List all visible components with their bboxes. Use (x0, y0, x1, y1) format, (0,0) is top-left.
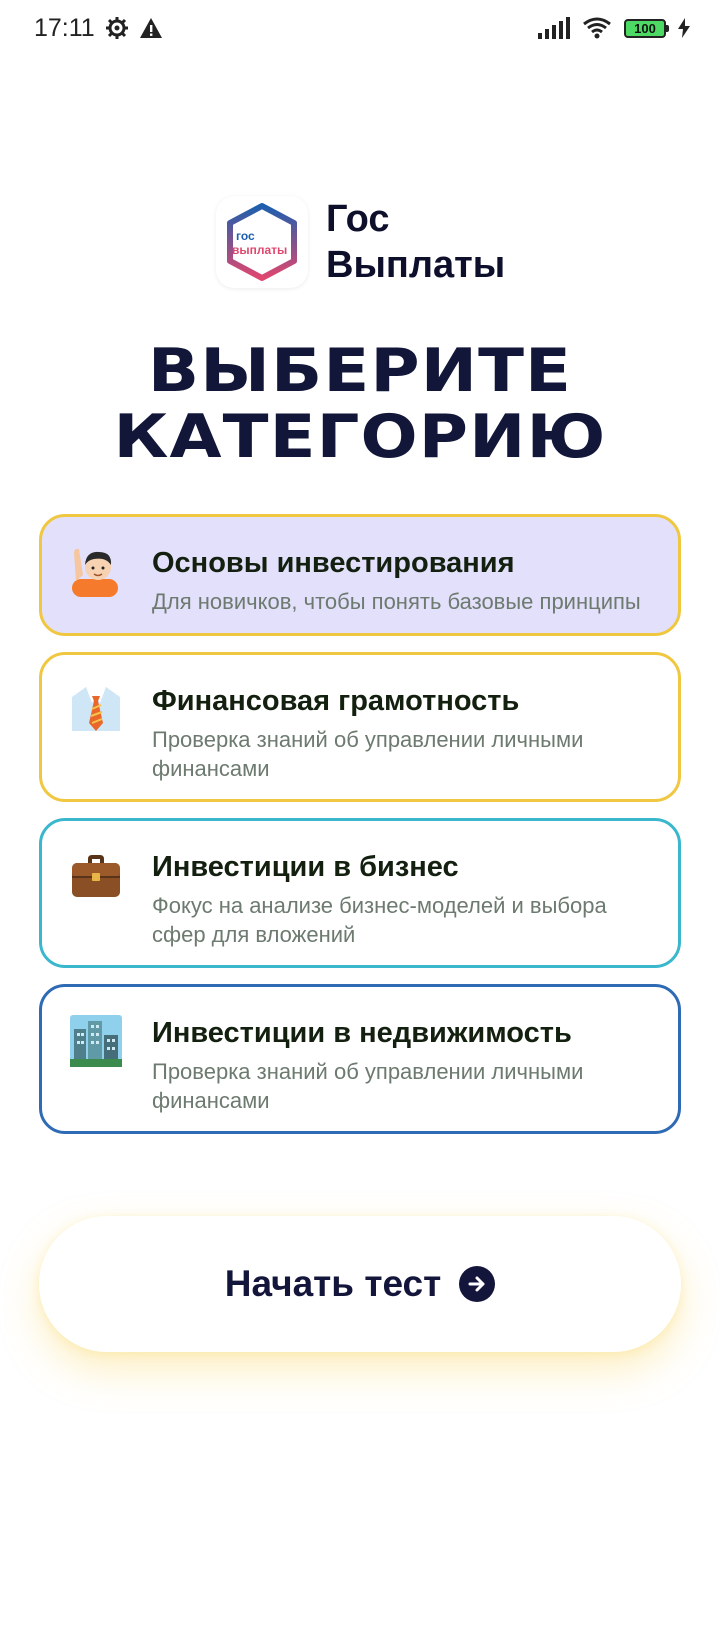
category-description: Проверка знаний об управлении личными фи… (152, 1059, 584, 1113)
category-description: Фокус на анализе бизнес-моделей и выбора… (152, 893, 607, 947)
shirt-tie-icon (72, 687, 120, 731)
wifi-icon (583, 17, 611, 39)
signal-icon (538, 17, 570, 39)
battery-indicator: 100 (624, 18, 669, 38)
brand-header: гос выплаты Гос Выплаты (216, 196, 505, 288)
start-test-label: Начать тест (224, 1263, 442, 1304)
start-test-button[interactable]: Начать тест (39, 1216, 681, 1352)
category-title: Основы инвестирования (152, 547, 515, 579)
status-bar: 17:11 100 (0, 0, 720, 56)
briefcase-icon (72, 855, 120, 897)
page-title: ВЫБЕРИТЕ КАТЕГОРИЮ (0, 338, 720, 470)
category-description: Для новичков, чтобы понять базовые принц… (152, 589, 641, 614)
logo-text-bottom: выплаты (232, 243, 287, 257)
category-card-investing-basics[interactable]: Основы инвестирования Для новичков, чтоб… (39, 514, 681, 636)
arrow-right-circle-icon (459, 1266, 496, 1302)
charging-bolt-icon (678, 18, 690, 38)
raising-hand-person-icon (72, 548, 118, 597)
page-title-line1: ВЫБЕРИТЕ (147, 336, 573, 406)
warning-icon (139, 18, 162, 38)
category-title: Инвестиции в бизнес (152, 851, 459, 883)
brand-name-line2: Выплаты (326, 244, 506, 286)
category-card-financial-literacy[interactable]: Финансовая грамотность Проверка знаний о… (39, 652, 681, 802)
battery-level: 100 (634, 20, 656, 36)
status-time: 17:11 (34, 13, 95, 42)
brand-logo: гос выплаты (216, 196, 308, 288)
brand-name-line1: Гос (326, 198, 390, 240)
category-title: Инвестиции в недвижимость (152, 1017, 572, 1049)
category-card-business-investing[interactable]: Инвестиции в бизнес Фокус на анализе биз… (39, 818, 681, 968)
city-buildings-icon (70, 1015, 122, 1067)
page-title-line2: КАТЕГОРИЮ (113, 402, 607, 472)
category-card-real-estate-investing[interactable]: Инвестиции в недвижимость Проверка знани… (39, 984, 681, 1134)
logo-text-top: гос (236, 229, 255, 243)
gear-icon (105, 17, 128, 39)
brand-name: Гос Выплаты (326, 196, 505, 288)
category-description: Проверка знаний об управлении личными фи… (152, 727, 584, 781)
category-title: Финансовая грамотность (152, 685, 520, 717)
gosvyplaty-logo-icon: гос выплаты (227, 203, 297, 281)
